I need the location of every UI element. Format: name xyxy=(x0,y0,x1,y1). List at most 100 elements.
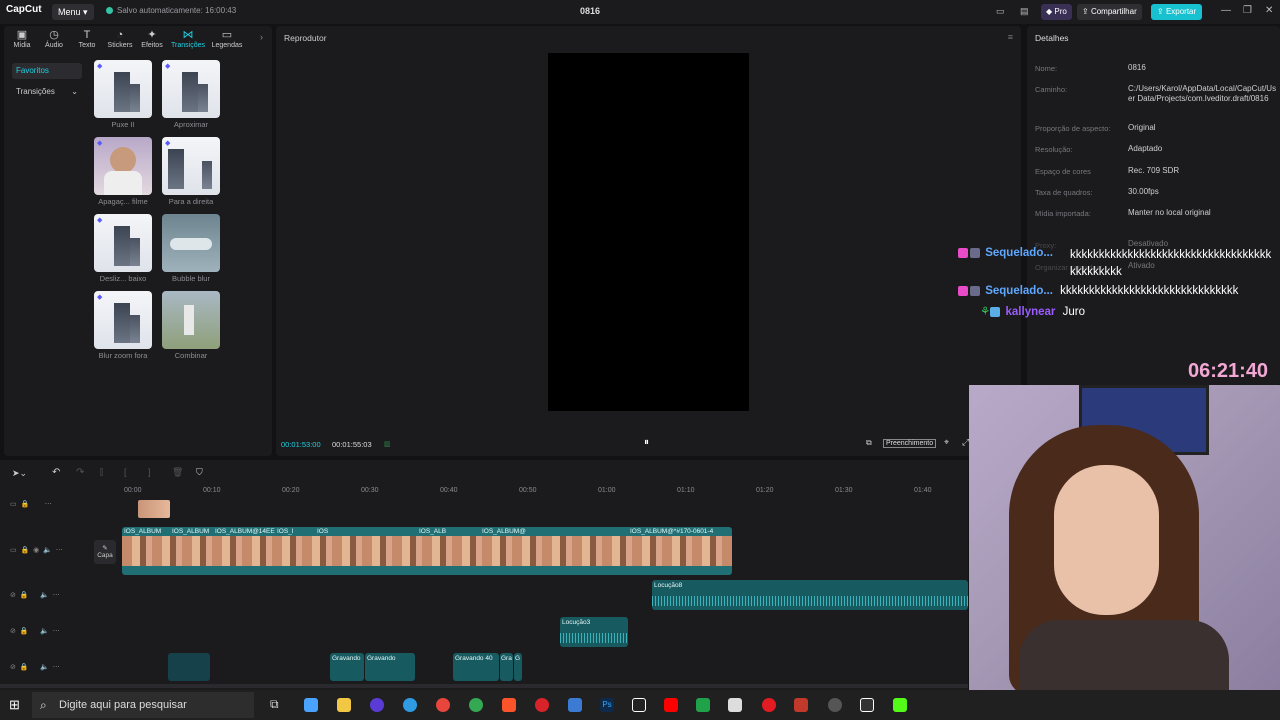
delete-icon[interactable]: 🗑 xyxy=(172,467,183,478)
main-video-track[interactable]: IOS_ALBUM IOS_ALBUM IOS_ALBUM@14EE IOS_I… xyxy=(122,527,732,575)
effects-icon: ✦ xyxy=(147,29,157,41)
audio-clip[interactable]: Locução3 xyxy=(560,617,628,647)
split-left-icon[interactable]: [ xyxy=(124,467,127,477)
pro-badge[interactable]: ◆ Pro xyxy=(1041,4,1072,20)
transition-thumb[interactable] xyxy=(162,214,220,272)
notes-icon[interactable] xyxy=(728,698,742,712)
file-explorer-icon[interactable] xyxy=(337,698,351,712)
video-preview[interactable] xyxy=(548,53,749,411)
tool-text[interactable]: T Texto xyxy=(71,28,103,49)
redo-icon[interactable]: ↷ xyxy=(76,467,84,478)
minimize-icon[interactable]: — xyxy=(1221,5,1231,16)
photoshop-icon[interactable]: Ps xyxy=(600,698,614,712)
audio-clip[interactable] xyxy=(168,653,210,681)
shortcuts-icon[interactable]: ▤ xyxy=(1020,6,1029,17)
track-controls[interactable]: ▭ 🔒 ◉ 🔈 ⋯ xyxy=(10,546,63,554)
close-icon[interactable]: ✕ xyxy=(1265,5,1273,16)
player-panel: Reprodutor ≡ 00:01:53:00 00:01:55:03 ▥ ⏸… xyxy=(276,26,1021,456)
edge-icon[interactable] xyxy=(403,698,417,712)
clip-label: Gravando 40 xyxy=(455,655,493,662)
transition-label: Puxe II xyxy=(111,120,135,129)
transition-thumb[interactable]: ◆ xyxy=(94,60,152,118)
chrome-icon[interactable] xyxy=(436,698,450,712)
export-button[interactable]: ⇪ Exportar xyxy=(1151,4,1203,20)
detail-label: Caminho: xyxy=(1035,85,1068,94)
taskbar-search[interactable]: ⌕ Digite aqui para pesquisar xyxy=(32,692,254,718)
clip-label: Locução3 xyxy=(562,619,591,626)
undo-icon[interactable]: ↶ xyxy=(52,467,60,478)
audio-clip[interactable]: Gravando 40 xyxy=(453,653,499,681)
share-button[interactable]: ⇪ Compartilhar xyxy=(1077,4,1142,20)
track-controls[interactable]: ▭ 🔒 ⋯ xyxy=(10,500,52,508)
audio-clip[interactable]: Gravando xyxy=(365,653,415,681)
search-icon: ⌕ xyxy=(40,698,47,712)
store-icon[interactable] xyxy=(696,698,710,712)
track-controls[interactable]: ⊘ 🔒 🔈 ⋯ xyxy=(10,663,60,671)
saved-icon xyxy=(106,7,113,14)
fill-button[interactable]: Preenchimento xyxy=(883,439,937,448)
tool-effects[interactable]: ✦ Efeitos xyxy=(136,28,168,49)
track-controls[interactable]: ⊘ 🔒 🔈 ⋯ xyxy=(10,591,60,599)
audio-clip[interactable]: Gra xyxy=(500,653,513,681)
audio-clip[interactable]: Gravando xyxy=(330,653,364,681)
capcut-active-icon[interactable] xyxy=(860,698,874,712)
tool-captions[interactable]: ▭ Legendas xyxy=(210,28,244,49)
brave-icon[interactable] xyxy=(502,698,516,712)
game-icon[interactable] xyxy=(828,698,842,712)
track-controls[interactable]: ⊘ 🔒 🔈 ⋯ xyxy=(10,627,60,635)
audio-clip[interactable]: Locução8 xyxy=(652,580,968,610)
split-right-icon[interactable]: ] xyxy=(148,467,151,477)
cover-button[interactable]: ✎ Capa xyxy=(94,540,116,564)
maximize-icon[interactable]: ❐ xyxy=(1243,5,1252,16)
total-timecode: 00:01:55:03 xyxy=(332,440,372,449)
menu-button[interactable]: Menu ▾ xyxy=(52,4,94,20)
player-menu-icon[interactable]: ≡ xyxy=(1008,32,1013,42)
chrome-profile-icon[interactable] xyxy=(469,698,483,712)
youtube-icon[interactable] xyxy=(664,698,678,712)
obs-icon[interactable] xyxy=(370,698,384,712)
assets-panel: ▣ Mídia ◷ Áudio T Texto ◔ Stickers ✦ Efeitos … xyxy=(4,26,272,456)
voicemeeter-icon[interactable] xyxy=(794,698,808,712)
transition-thumb[interactable]: ◆ xyxy=(94,137,152,195)
detail-value: Adaptado xyxy=(1128,144,1163,153)
transition-thumb[interactable]: ◆ xyxy=(94,291,152,349)
audio-clip[interactable]: G xyxy=(514,653,522,681)
screenshot-icon[interactable]: ⌖ xyxy=(944,437,949,448)
tool-stickers[interactable]: ◔ Stickers xyxy=(104,28,136,49)
layout-icon[interactable]: ▭ xyxy=(996,6,1005,17)
overlay-clip[interactable] xyxy=(138,500,170,518)
select-tool-icon[interactable]: ➤⌄ xyxy=(12,468,27,479)
ruler-label: 01:20 xyxy=(756,487,774,494)
text-icon: T xyxy=(83,29,91,41)
transition-thumb[interactable] xyxy=(162,291,220,349)
copilot-icon[interactable] xyxy=(304,698,318,712)
tool-audio[interactable]: ◷ Áudio xyxy=(38,28,70,49)
app-icon[interactable] xyxy=(568,698,582,712)
sidebar-item-favorites[interactable]: Favoritos xyxy=(12,63,82,79)
windows-start-icon[interactable]: ⊞ xyxy=(9,697,20,713)
clip-label: IOS_ALB xyxy=(419,528,447,535)
split-icon[interactable]: ⫿ xyxy=(100,467,103,478)
capcut-icon[interactable] xyxy=(632,698,646,712)
chat-username: Sequelado... xyxy=(985,247,1053,259)
crop-icon[interactable]: ⧉ xyxy=(866,438,872,448)
kick-icon[interactable] xyxy=(893,698,907,712)
marker-icon[interactable]: ⛉ xyxy=(196,467,203,478)
transition-thumb[interactable]: ◆ xyxy=(162,60,220,118)
recorder-icon[interactable] xyxy=(762,698,776,712)
sidebar-item-transitions[interactable]: Transições ⌄ xyxy=(12,84,82,100)
play-pause-icon[interactable]: ⏸ xyxy=(644,437,649,448)
transition-thumb[interactable]: ◆ xyxy=(94,214,152,272)
transition-thumb[interactable]: ◆ xyxy=(162,137,220,195)
clip-label: Gravando xyxy=(332,655,361,662)
timeline-scrollbar[interactable] xyxy=(0,684,968,688)
favorite-icon: ◆ xyxy=(165,63,171,70)
tool-media[interactable]: ▣ Mídia xyxy=(6,28,38,49)
chevron-right-icon[interactable]: › xyxy=(260,32,263,42)
detail-value: Rec. 709 SDR xyxy=(1128,166,1180,175)
opera-icon[interactable] xyxy=(535,698,549,712)
task-view-icon[interactable]: ⧉ xyxy=(270,697,279,712)
ruler-label: 01:40 xyxy=(914,487,932,494)
video-frames xyxy=(122,536,732,566)
tool-transitions[interactable]: ⋈ Transições xyxy=(169,28,207,49)
